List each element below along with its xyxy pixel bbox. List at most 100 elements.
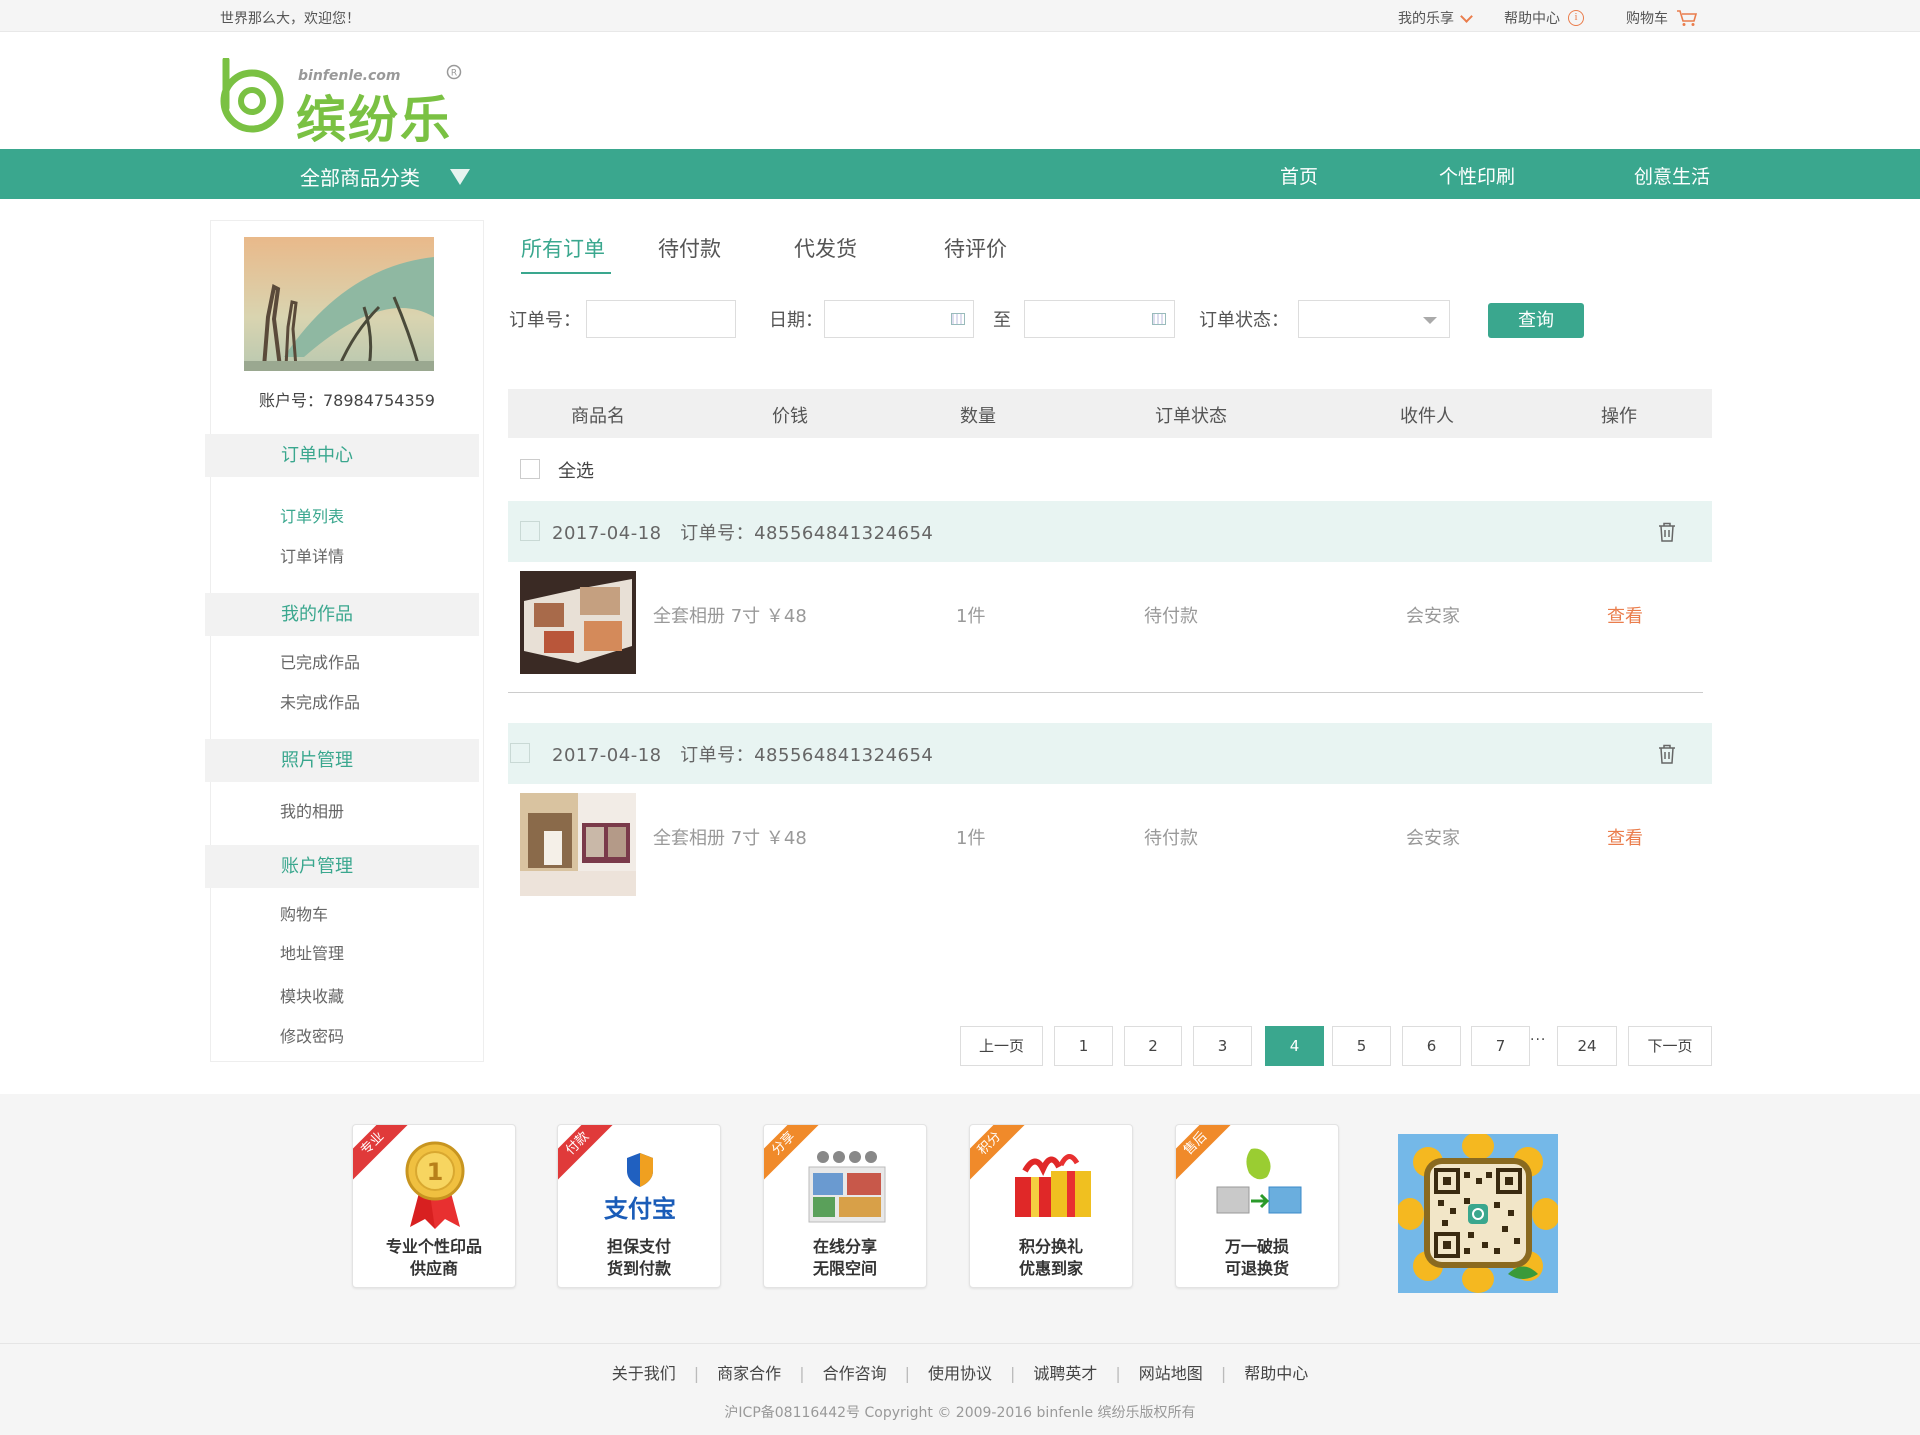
alipay-icon: 支付宝 bbox=[604, 1153, 676, 1223]
trash-icon[interactable] bbox=[1656, 521, 1678, 543]
feature-card-aftersale[interactable]: 售后 万一破损 可退换货 bbox=[1175, 1124, 1339, 1288]
header-recipient: 收件人 bbox=[1400, 406, 1454, 427]
feature-card-professional[interactable]: 专业 1 专业个性印品 供应商 bbox=[352, 1124, 516, 1288]
sidebar-item-change-password[interactable]: 修改密码 bbox=[280, 1023, 344, 1047]
order-status-select[interactable] bbox=[1298, 300, 1450, 338]
footer-link-help[interactable]: 帮助中心 bbox=[1244, 1364, 1308, 1383]
sidebar-item-completed-works[interactable]: 已完成作品 bbox=[280, 649, 360, 673]
feature-subtitle: 无限空间 bbox=[812, 1259, 877, 1278]
prev-page-button[interactable]: 上一页 bbox=[960, 1026, 1043, 1066]
active-tab-indicator bbox=[521, 272, 611, 274]
footer-separator: | bbox=[1010, 1364, 1016, 1383]
view-order-link[interactable]: 查看 bbox=[1607, 602, 1643, 628]
all-categories-menu[interactable]: 全部商品分类 bbox=[300, 162, 470, 191]
page-button-current[interactable]: 4 bbox=[1265, 1026, 1324, 1066]
page-button[interactable]: 5 bbox=[1332, 1026, 1391, 1066]
sidebar-item-template-favorites[interactable]: 模块收藏 bbox=[280, 983, 344, 1007]
return-exchange-icon bbox=[1216, 1148, 1302, 1214]
sidebar-item-order-list[interactable]: 订单列表 bbox=[280, 503, 344, 527]
tab-pending-payment[interactable]: 待付款 bbox=[658, 233, 721, 263]
order-number-input[interactable] bbox=[586, 300, 736, 338]
footer-link-terms[interactable]: 使用协议 bbox=[928, 1364, 992, 1383]
qr-code[interactable] bbox=[1398, 1134, 1558, 1293]
tab-all-orders[interactable]: 所有订单 bbox=[521, 233, 605, 263]
footer-link-careers[interactable]: 诚聘英才 bbox=[1033, 1364, 1097, 1383]
order-status-label: 订单状态： bbox=[1199, 310, 1289, 331]
footer-link-sitemap[interactable]: 网站地图 bbox=[1139, 1364, 1203, 1383]
footer-links: 关于我们 | 商家合作 | 合作咨询 | 使用协议 | 诚聘英才 | 网站地图 | 帮助中心 bbox=[0, 1360, 1920, 1384]
order-checkbox[interactable] bbox=[520, 521, 540, 541]
next-page-button[interactable]: 下一页 bbox=[1628, 1026, 1712, 1066]
photo-share-icon bbox=[808, 1151, 886, 1223]
trash-icon[interactable] bbox=[1656, 743, 1678, 765]
page-button[interactable]: 6 bbox=[1402, 1026, 1461, 1066]
svg-text:1: 1 bbox=[427, 1158, 444, 1186]
recipient-name: 会安家 bbox=[1406, 828, 1460, 849]
tab-pending-shipment[interactable]: 代发货 bbox=[794, 233, 857, 263]
top-bar: 世界那么大，欢迎您！ 我的乐享 帮助中心 i 购物车 bbox=[0, 0, 1920, 32]
calendar-icon[interactable] bbox=[1152, 313, 1166, 325]
tab-pending-review[interactable]: 待评价 bbox=[944, 233, 1007, 263]
calendar-icon[interactable] bbox=[951, 313, 965, 325]
svg-text:R: R bbox=[451, 69, 457, 79]
header-product-name: 商品名 bbox=[571, 406, 625, 427]
sidebar-item-cart[interactable]: 购物车 bbox=[280, 901, 328, 925]
feature-title: 万一破损 bbox=[1224, 1237, 1289, 1256]
page-button[interactable]: 2 bbox=[1124, 1026, 1182, 1066]
welcome-text: 世界那么大，欢迎您！ bbox=[220, 11, 360, 27]
sidebar-item-order-detail[interactable]: 订单详情 bbox=[280, 543, 344, 567]
footer-separator: | bbox=[1115, 1364, 1121, 1383]
footer-link-about[interactable]: 关于我们 bbox=[612, 1364, 676, 1383]
nav-item-custom-print[interactable]: 个性印刷 bbox=[1439, 162, 1515, 189]
album-image bbox=[520, 571, 636, 674]
pagination-ellipsis: ··· bbox=[1530, 1032, 1547, 1048]
my-lexiang-menu[interactable]: 我的乐享 bbox=[1398, 8, 1473, 28]
select-all-checkbox[interactable] bbox=[520, 459, 540, 479]
site-logo[interactable]: binfenle.com 缤纷乐 R bbox=[218, 58, 468, 149]
page-button[interactable]: 1 bbox=[1054, 1026, 1113, 1066]
order-status: 待付款 bbox=[1144, 606, 1198, 627]
nav-item-home[interactable]: 首页 bbox=[1280, 162, 1318, 189]
page-button-last[interactable]: 24 bbox=[1557, 1026, 1617, 1066]
query-button[interactable]: 查询 bbox=[1488, 303, 1584, 338]
footer-separator: | bbox=[693, 1364, 700, 1383]
feature-card-share[interactable]: 分享 在线分享 无限空间 bbox=[763, 1124, 927, 1288]
help-center-link[interactable]: 帮助中心 i bbox=[1504, 8, 1584, 28]
product-name[interactable]: 全套相册 7寸 ￥48 bbox=[653, 824, 807, 850]
sidebar-item-my-albums[interactable]: 我的相册 bbox=[280, 798, 344, 822]
sidebar-section-my-works[interactable]: 我的作品 bbox=[205, 593, 479, 636]
product-name[interactable]: 全套相册 7寸 ￥48 bbox=[653, 602, 807, 628]
order-number-label: 订单号： bbox=[509, 310, 581, 331]
avatar[interactable] bbox=[244, 237, 434, 371]
feature-subtitle: 供应商 bbox=[409, 1259, 458, 1278]
view-order-link[interactable]: 查看 bbox=[1607, 824, 1643, 850]
feature-subtitle: 可退换货 bbox=[1224, 1259, 1289, 1278]
product-thumbnail[interactable] bbox=[520, 571, 636, 674]
header-action: 操作 bbox=[1601, 406, 1637, 427]
page-button[interactable]: 7 bbox=[1471, 1026, 1530, 1066]
all-categories-label: 全部商品分类 bbox=[300, 166, 420, 190]
sidebar: 账户号：78984754359 订单中心 订单列表 订单详情 我的作品 已完成作… bbox=[205, 220, 484, 1062]
date-from-input[interactable] bbox=[824, 300, 974, 338]
gift-box-icon bbox=[1015, 1154, 1091, 1217]
cart-link[interactable]: 购物车 bbox=[1626, 8, 1698, 28]
footer-link-consult[interactable]: 合作咨询 bbox=[823, 1364, 887, 1383]
feature-subtitle: 优惠到家 bbox=[1018, 1259, 1083, 1278]
sidebar-section-order-center[interactable]: 订单中心 bbox=[205, 434, 479, 477]
registered-icon: R bbox=[446, 64, 462, 80]
sidebar-item-address[interactable]: 地址管理 bbox=[280, 940, 344, 964]
sidebar-item-unfinished-works[interactable]: 未完成作品 bbox=[280, 689, 360, 713]
account-number: 账户号：78984754359 bbox=[259, 391, 435, 410]
sidebar-section-photo-management[interactable]: 照片管理 bbox=[205, 739, 479, 782]
feature-card-payment[interactable]: 付款 支付宝 担保支付 货到付款 bbox=[557, 1124, 721, 1288]
date-to-input[interactable] bbox=[1024, 300, 1175, 338]
page-button[interactable]: 3 bbox=[1193, 1026, 1252, 1066]
nav-item-creative-life[interactable]: 创意生活 bbox=[1634, 162, 1710, 189]
sidebar-section-account-management[interactable]: 账户管理 bbox=[205, 845, 479, 888]
product-quantity: 1件 bbox=[956, 606, 986, 627]
feature-card-points[interactable]: 积分 积分换礼 优惠到家 bbox=[969, 1124, 1133, 1288]
recipient-name: 会安家 bbox=[1406, 606, 1460, 627]
product-thumbnail[interactable] bbox=[520, 793, 636, 896]
footer-link-business[interactable]: 商家合作 bbox=[717, 1364, 781, 1383]
order-checkbox[interactable] bbox=[510, 743, 530, 763]
